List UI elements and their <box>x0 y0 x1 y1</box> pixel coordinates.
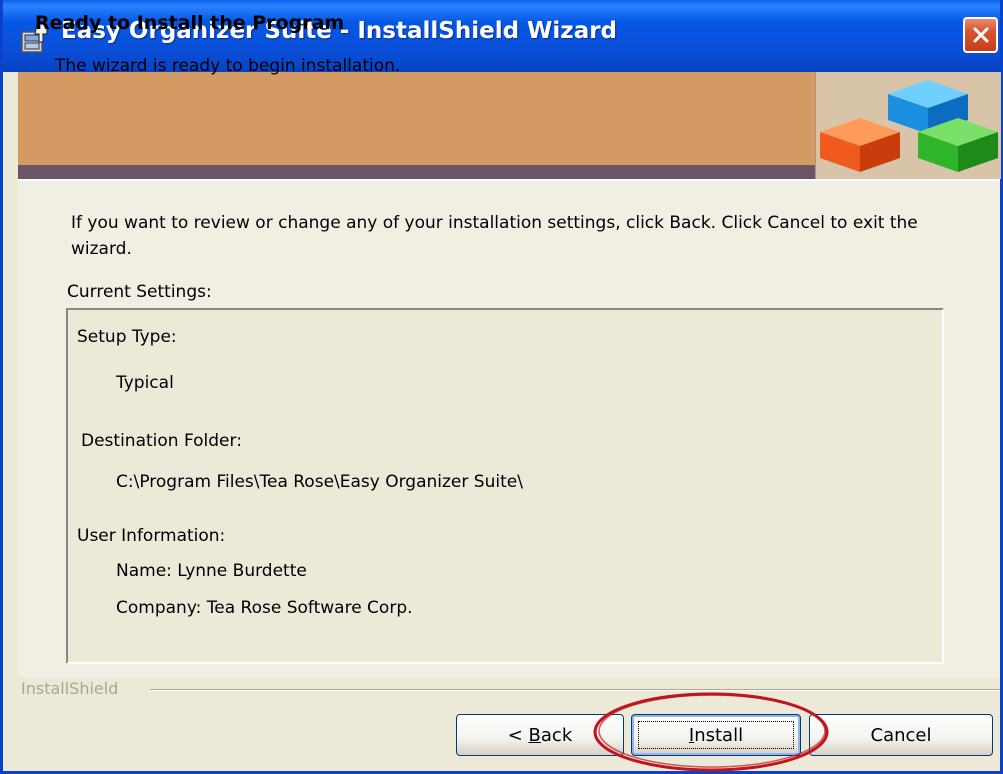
close-button[interactable] <box>963 17 998 53</box>
installshield-brand: InstallShield <box>21 679 119 698</box>
user-company: Company: Tea Rose Software Corp. <box>116 598 413 618</box>
header-title: Ready to Install the Program <box>35 12 345 34</box>
footer-divider <box>150 689 1000 691</box>
current-settings-label: Current Settings: <box>67 282 212 302</box>
close-icon <box>973 27 988 43</box>
installer-window: Easy Organizer Suite - InstallShield Wiz… <box>0 0 1003 774</box>
user-information-label: User Information: <box>77 526 226 546</box>
destination-folder-value: C:\Program Files\Tea Rose\Easy Organizer… <box>116 472 523 492</box>
colored-blocks-logo <box>820 80 998 172</box>
destination-folder-label: Destination Folder: <box>81 431 242 451</box>
setup-type-label: Setup Type: <box>77 327 177 347</box>
user-name: Name: Lynne Burdette <box>116 561 307 581</box>
cancel-button[interactable]: Cancel <box>809 714 993 756</box>
back-button-label: < Back <box>507 724 573 746</box>
intro-text: If you want to review or change any of y… <box>71 213 918 259</box>
setup-type-value: Typical <box>116 373 174 393</box>
header-subtitle: The wizard is ready to begin installatio… <box>55 56 401 76</box>
highlight-annotation <box>593 692 829 772</box>
